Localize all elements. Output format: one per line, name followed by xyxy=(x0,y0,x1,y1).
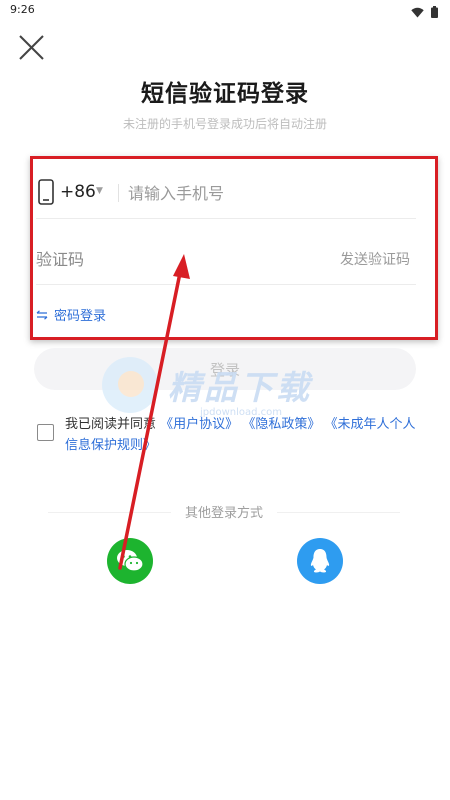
status-icons xyxy=(411,3,438,22)
status-bar: 9:26 xyxy=(0,0,450,22)
swap-icon xyxy=(36,309,48,320)
phone-icon xyxy=(38,179,54,209)
password-login-label: 密码登录 xyxy=(54,309,107,324)
login-button[interactable]: 登录 xyxy=(34,348,416,390)
verification-code-input[interactable] xyxy=(36,244,276,274)
divider xyxy=(118,184,119,202)
agreement-checkbox[interactable] xyxy=(37,424,54,441)
privacy-policy-link[interactable]: 《隐私政策》 xyxy=(242,417,320,432)
wifi-icon xyxy=(411,3,424,22)
agreement-prefix: 我已阅读并同意 xyxy=(65,417,157,432)
user-agreement-link[interactable]: 《用户协议》 xyxy=(160,417,238,432)
close-icon xyxy=(19,35,44,60)
wechat-icon xyxy=(117,550,144,572)
battery-icon xyxy=(431,3,438,22)
send-code-button[interactable]: 发送验证码 xyxy=(340,249,410,269)
phone-input[interactable] xyxy=(128,178,408,208)
qq-login-button[interactable] xyxy=(297,538,343,584)
login-screen: 9:26 短信验证码登录 未注册的手机号登录成功后将自动注册 +86 ▼ 请输入… xyxy=(0,0,450,800)
password-login-link[interactable]: 密码登录 xyxy=(36,305,106,324)
phone-row: +86 ▼ xyxy=(36,170,416,219)
code-row: 发送验证码 xyxy=(36,236,416,285)
qq-icon xyxy=(310,549,330,573)
other-login-label: 其他登录方式 xyxy=(170,506,277,521)
page-title: 短信验证码登录 xyxy=(141,81,309,107)
country-code-selector[interactable]: +86 xyxy=(60,182,96,202)
agreement-text: 我已阅读并同意 《用户协议》 《隐私政策》 《未成年人个人信息保护规则》 xyxy=(65,414,421,456)
page-subtitle: 未注册的手机号登录成功后将自动注册 xyxy=(122,117,327,131)
status-time: 9:26 xyxy=(10,3,35,16)
chevron-down-icon[interactable]: ▼ xyxy=(96,186,103,196)
other-login-divider: 其他登录方式 xyxy=(48,502,400,522)
other-login-label-wrap: 其他登录方式 xyxy=(48,502,400,521)
close-button[interactable] xyxy=(16,32,48,64)
wechat-login-button[interactable] xyxy=(107,538,153,584)
